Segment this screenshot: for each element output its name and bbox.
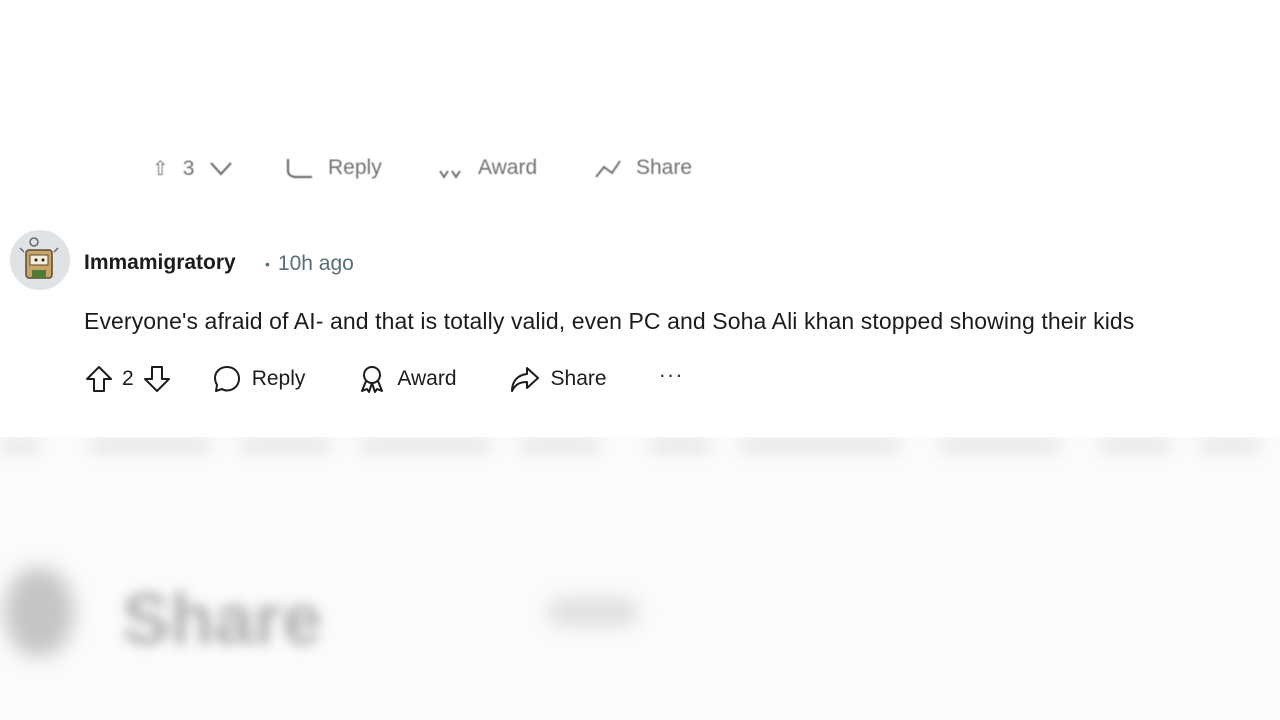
previous-vote-count: 3 [182, 156, 195, 180]
previous-upvote-icon[interactable]: ⇧ [152, 156, 169, 180]
blurred-lower-section: Share [0, 437, 1280, 720]
blurred-element [548, 599, 638, 625]
reply-button[interactable]: Reply [212, 364, 306, 394]
award-button[interactable]: Award [357, 364, 457, 394]
comment-action-bar: 2 Reply Award Share ··· [84, 362, 684, 395]
meta-separator: • [265, 256, 270, 272]
previous-comment-action-bar: ⇧ 3 Reply Award Share [0, 146, 1280, 180]
previous-reply-icon [286, 157, 314, 179]
comment-timestamp[interactable]: 10h ago [278, 252, 354, 276]
previous-vote-group[interactable]: ⇧ 3 [152, 156, 234, 180]
share-label: Share [550, 367, 607, 390]
vote-count: 2 [122, 367, 134, 390]
blurred-share-icon [4, 567, 74, 657]
previous-share-button[interactable]: Share [594, 156, 692, 180]
comment-meta: • 10h ago [265, 252, 354, 276]
vote-group: 2 [84, 364, 172, 394]
avatar[interactable] [10, 230, 70, 290]
comment-text: Everyone's afraid of AI- and that is tot… [84, 308, 1135, 334]
previous-reply-button[interactable]: Reply [286, 156, 382, 180]
previous-award-button[interactable]: Award [436, 156, 537, 180]
downvote-icon[interactable] [142, 364, 172, 394]
more-options-icon[interactable]: ··· [659, 362, 684, 388]
share-icon [509, 364, 541, 394]
share-button[interactable]: Share [509, 364, 607, 394]
blurred-share-heading: Share [122, 580, 323, 660]
reply-icon [212, 364, 242, 394]
previous-share-icon [594, 157, 622, 179]
previous-downvote-icon[interactable] [208, 159, 234, 179]
award-label: Award [397, 367, 457, 390]
previous-award-icon [436, 157, 464, 179]
blurred-action-row [0, 437, 1280, 461]
upvote-icon[interactable] [84, 364, 114, 394]
award-icon [357, 364, 387, 394]
comment-author[interactable]: Immamigratory [84, 251, 236, 275]
comment-card: Immamigratory • 10h ago Everyone's afrai… [0, 206, 1280, 437]
reply-label: Reply [251, 367, 306, 390]
